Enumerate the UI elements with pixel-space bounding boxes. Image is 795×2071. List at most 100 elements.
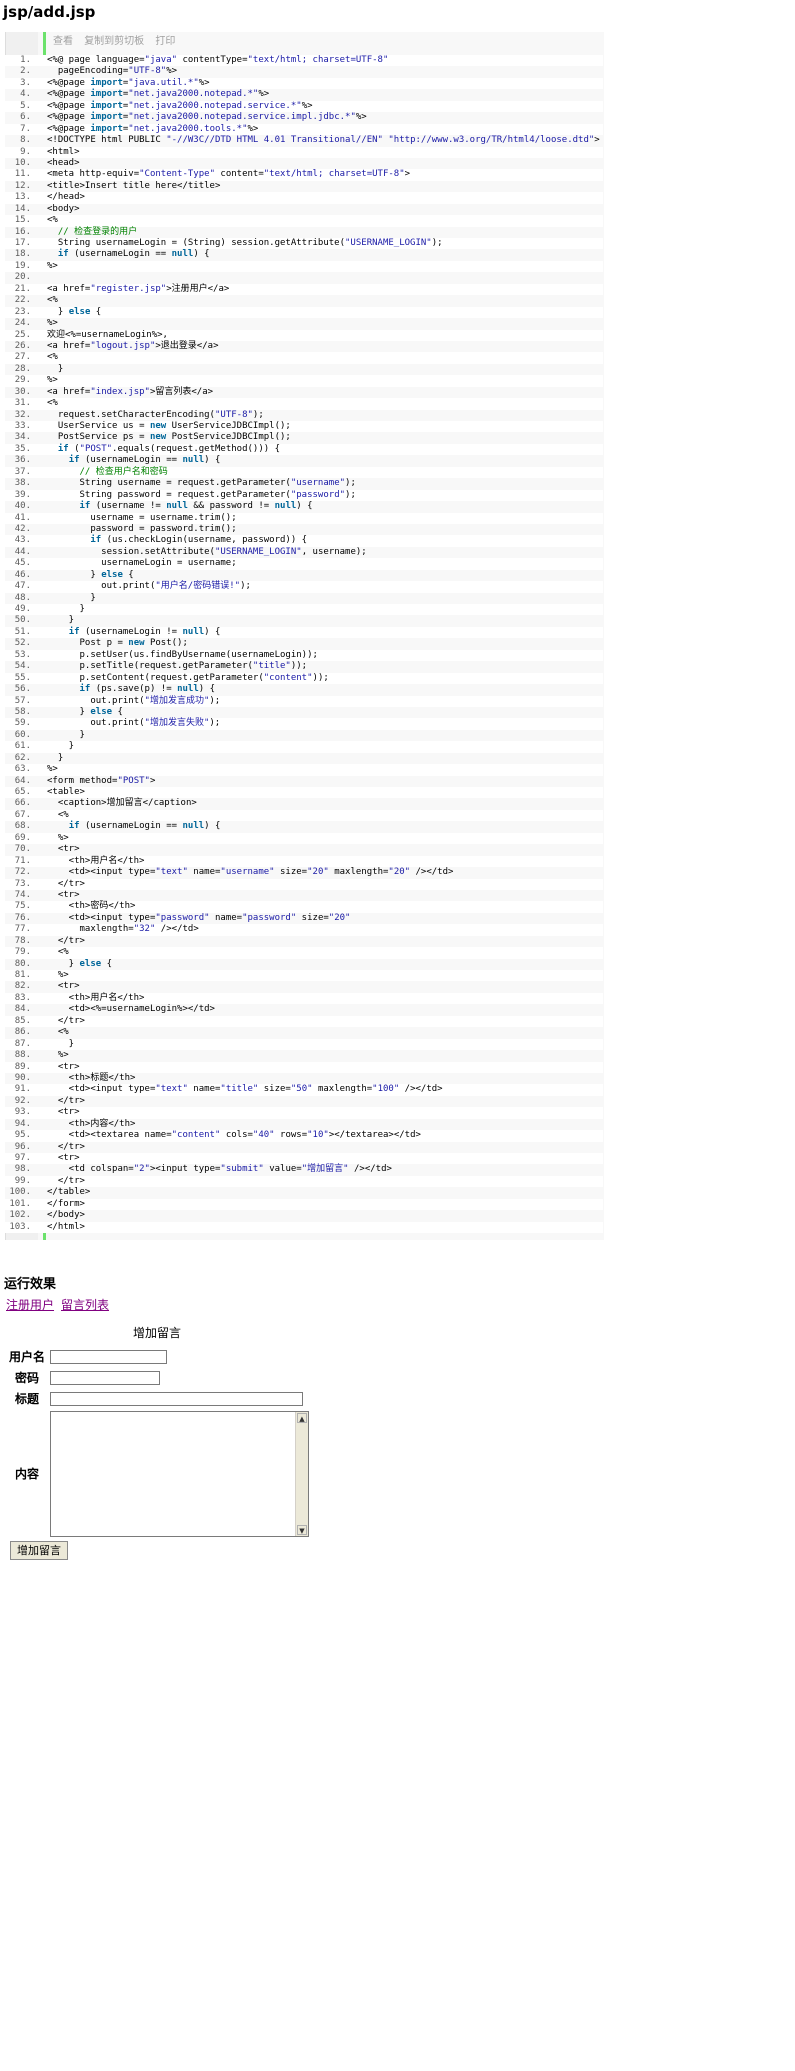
code-text: <th>内容</th> [47, 1119, 136, 1130]
code-text: 欢迎<%=usernameLogin%>, [47, 330, 168, 341]
code-lines: 1. <%@ page language="java" contentType="… [5, 55, 603, 1234]
code-text: </form> [47, 1199, 85, 1210]
code-token: { [101, 958, 113, 969]
password-input[interactable] [50, 1371, 160, 1385]
code-token: %> [47, 970, 69, 980]
copy-to-clipboard-link[interactable]: 复制到剪切板 [84, 36, 144, 47]
code-token: "20" [328, 912, 351, 923]
password-label: 密码 [15, 1371, 40, 1385]
code-token: "net.java2000.notepad.service.impl.jdbc.… [128, 112, 356, 123]
code-token: "UTF-8" [214, 409, 253, 420]
username-input[interactable] [50, 1350, 167, 1364]
code-token: "java" [144, 55, 178, 65]
line-number: 79. [14, 947, 31, 958]
register-link[interactable]: 注册用户 [6, 1297, 54, 1313]
code-line: 17. String usernameLogin = (String) sess… [5, 238, 603, 250]
code-text: </table> [47, 1187, 90, 1198]
code-token: <html> [47, 146, 80, 157]
code-line: 54. p.setTitle(request.getParameter("tit… [5, 661, 603, 673]
code-toolbar: 查看 复制到剪切板 打印 [53, 36, 183, 48]
line-number: 20. [14, 272, 31, 283]
code-line: 67. <% [5, 809, 603, 822]
code-token: ); [252, 409, 264, 420]
code-line: 4. <%@page import="net.java2000.notepad.*… [5, 89, 603, 101]
code-text: <%@ page language="java" contentType="te… [47, 55, 388, 66]
code-token: null [274, 501, 297, 512]
code-line: 101. </form> [5, 1198, 603, 1211]
code-token: (us.checkLogin(username, password)) { [101, 535, 308, 546]
code-text: if (usernameLogin == null) { [47, 821, 221, 832]
code-text: <th>标题</th> [47, 1072, 136, 1084]
code-token: session.setAttribute( [47, 546, 215, 557]
code-text: } [47, 753, 63, 764]
code-text: </tr> [47, 936, 85, 947]
code-token: Post p = [47, 638, 129, 649]
code-line: 53. p.setUser(us.findByUsername(username… [5, 649, 603, 662]
code-token: <th>密码</th> [47, 901, 136, 912]
code-token: ); [209, 695, 221, 706]
code-token: /></td> [155, 924, 199, 935]
code-line: 42. password = password.trim(); [5, 523, 603, 536]
line-number: 102. [9, 1210, 31, 1221]
code-text: request.setCharacterEncoding("UTF-8"); [47, 410, 264, 421]
code-text: usernameLogin = username; [47, 558, 236, 569]
code-token: ) { [204, 626, 221, 637]
code-token: "password" [290, 489, 346, 500]
code-token: %> [166, 66, 178, 77]
code-token: </head> [47, 192, 85, 203]
code-token: <tr> [47, 1107, 80, 1118]
line-number: 42. [14, 523, 31, 534]
line-number: 44. [14, 546, 31, 557]
code-line: 93. <tr> [5, 1107, 603, 1119]
line-number: 94. [14, 1118, 31, 1129]
code-line: 29. %> [5, 375, 603, 387]
scroll-down-arrow-icon[interactable]: ▼ [297, 1525, 307, 1535]
code-token: "40" [252, 1130, 275, 1141]
code-token: null [182, 626, 205, 637]
line-number: 77. [14, 924, 31, 935]
code-text: p.setTitle(request.getParameter("title")… [47, 661, 308, 672]
code-token: import [90, 123, 123, 134]
code-token: "password" [155, 912, 210, 923]
line-number: 33. [14, 421, 31, 431]
code-line: 40. if (username != null && password != … [5, 501, 603, 513]
line-number: 66. [14, 798, 31, 809]
post-list-link[interactable]: 留言列表 [61, 1297, 109, 1313]
code-token: %> [47, 318, 58, 329]
code-line: 32. request.setCharacterEncoding("UTF-8"… [5, 409, 603, 421]
code-token: null [166, 501, 188, 512]
code-text: username = username.trim(); [47, 513, 236, 524]
code-token: cols= [220, 1130, 253, 1141]
code-token: else [90, 706, 113, 717]
print-link[interactable]: 打印 [155, 36, 175, 47]
code-line: 96. </tr> [5, 1141, 603, 1153]
code-line: 27. <% [5, 352, 603, 364]
code-token: (usernameLogin == [68, 249, 172, 260]
code-text: } [47, 615, 74, 626]
code-token: (usernameLogin != [79, 626, 183, 637]
code-text: } [47, 364, 63, 375]
code-text: <td><textarea name="content" cols="40" r… [47, 1130, 421, 1141]
line-number: 24. [14, 318, 31, 329]
textarea-scrollbar[interactable]: ▲ ▼ [295, 1412, 308, 1536]
code-token: </tr> [47, 1141, 85, 1152]
code-token: "32" [133, 924, 156, 935]
code-text: <tr> [47, 1062, 80, 1073]
code-token: > [594, 135, 600, 146]
submit-button[interactable]: 增加留言 [10, 1541, 68, 1560]
scroll-up-arrow-icon[interactable]: ▲ [297, 1413, 307, 1423]
code-token: "用户名/密码错误!" [155, 581, 241, 592]
code-line: 38. String username = request.getParamet… [5, 478, 603, 490]
code-text: <th>密码</th> [47, 901, 136, 912]
code-token: "submit" [220, 1164, 264, 1175]
username-label: 用户名 [9, 1350, 46, 1364]
code-token: <th>标题</th> [47, 1072, 136, 1083]
code-text: <th>用户名</th> [47, 993, 145, 1004]
content-textarea[interactable]: ▲ ▼ [50, 1411, 309, 1537]
view-source-link[interactable]: 查看 [53, 36, 73, 47]
title-input[interactable] [50, 1392, 303, 1406]
code-text: out.print("用户名/密码错误!"); [47, 581, 251, 592]
